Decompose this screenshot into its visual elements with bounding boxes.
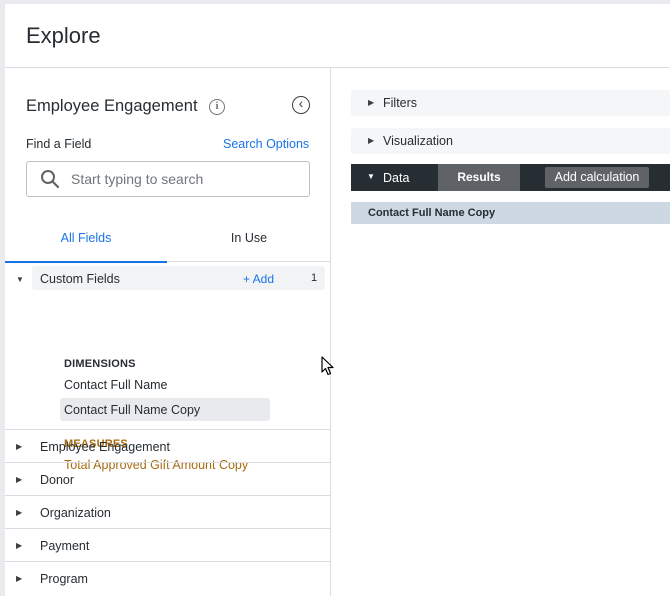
tab-in-use[interactable]: In Use xyxy=(168,222,330,262)
caret-down-icon: ▼ xyxy=(367,172,375,181)
info-icon[interactable]: i xyxy=(209,99,225,115)
search-input[interactable] xyxy=(71,168,301,190)
caret-right-icon: ▶ xyxy=(16,442,23,451)
page-title: Explore xyxy=(26,23,101,48)
data-panel-header: ▼ Data Results Add calculation xyxy=(351,164,670,191)
view-label: Payment xyxy=(40,539,90,553)
explore-main-panel: ▶ Filters ▶ Visualization ▼ Data Results… xyxy=(331,68,670,596)
view-label: Custom Fields xyxy=(40,272,120,286)
field-picker-sidebar: Employee Engagement i ‹ Find a Field Sea… xyxy=(5,68,331,596)
field-search-box[interactable] xyxy=(26,161,310,197)
visualization-label: Visualization xyxy=(383,134,453,148)
data-label: Data xyxy=(383,171,410,185)
explore-model-title: Employee Engagement xyxy=(26,97,198,115)
view-label: Donor xyxy=(40,473,75,487)
add-calculation-button[interactable]: Add calculation xyxy=(545,167,649,188)
collapse-sidebar-icon[interactable]: ‹ xyxy=(292,96,310,114)
mouse-pointer-icon xyxy=(321,356,334,376)
caret-right-icon: ▶ xyxy=(16,475,23,484)
caret-down-icon: ▼ xyxy=(16,275,24,284)
caret-right-icon: ▶ xyxy=(16,541,23,550)
view-label: Employee Engagement xyxy=(40,440,170,454)
view-label: Organization xyxy=(40,506,111,520)
custom-field-count: 1 xyxy=(311,272,318,284)
page-header: Explore xyxy=(5,4,670,68)
visualization-panel-header[interactable]: ▶ Visualization xyxy=(351,128,670,154)
view-program[interactable]: ▶ Program xyxy=(5,561,330,594)
tab-all-fields[interactable]: All Fields xyxy=(5,222,167,263)
view-donor[interactable]: ▶ Donor xyxy=(5,462,330,495)
looker-explore-window: Explore Employee Engagement i ‹ Find a F… xyxy=(5,4,670,596)
search-options-link[interactable]: Search Options xyxy=(223,137,309,151)
field-contact-full-name-copy[interactable]: Contact Full Name Copy xyxy=(64,403,200,417)
field-contact-full-name[interactable]: Contact Full Name xyxy=(64,378,168,392)
view-label: Program xyxy=(40,572,88,586)
data-toggle[interactable]: ▼ Data xyxy=(351,164,438,191)
column-header[interactable]: Contact Full Name Copy xyxy=(368,207,495,219)
tab-results[interactable]: Results xyxy=(438,164,520,191)
caret-right-icon: ▶ xyxy=(368,98,375,107)
view-organization[interactable]: ▶ Organization xyxy=(5,495,330,528)
add-custom-field-button[interactable]: + Add xyxy=(243,272,274,286)
caret-right-icon: ▶ xyxy=(16,508,23,517)
field-tabs: All Fields In Use xyxy=(5,222,330,263)
dimensions-group-label: DIMENSIONS xyxy=(64,358,136,370)
search-icon xyxy=(41,170,60,189)
caret-right-icon: ▶ xyxy=(368,136,375,145)
view-custom-fields[interactable]: ▼ Custom Fields + Add 1 xyxy=(5,263,330,296)
view-employee-engagement[interactable]: ▶ Employee Engagement xyxy=(5,429,330,462)
view-payment[interactable]: ▶ Payment xyxy=(5,528,330,561)
filters-label: Filters xyxy=(383,96,418,110)
caret-right-icon: ▶ xyxy=(16,574,23,583)
filters-panel-header[interactable]: ▶ Filters xyxy=(351,90,670,116)
find-field-label: Find a Field xyxy=(26,137,92,151)
results-table-header: Contact Full Name Copy xyxy=(351,202,670,224)
